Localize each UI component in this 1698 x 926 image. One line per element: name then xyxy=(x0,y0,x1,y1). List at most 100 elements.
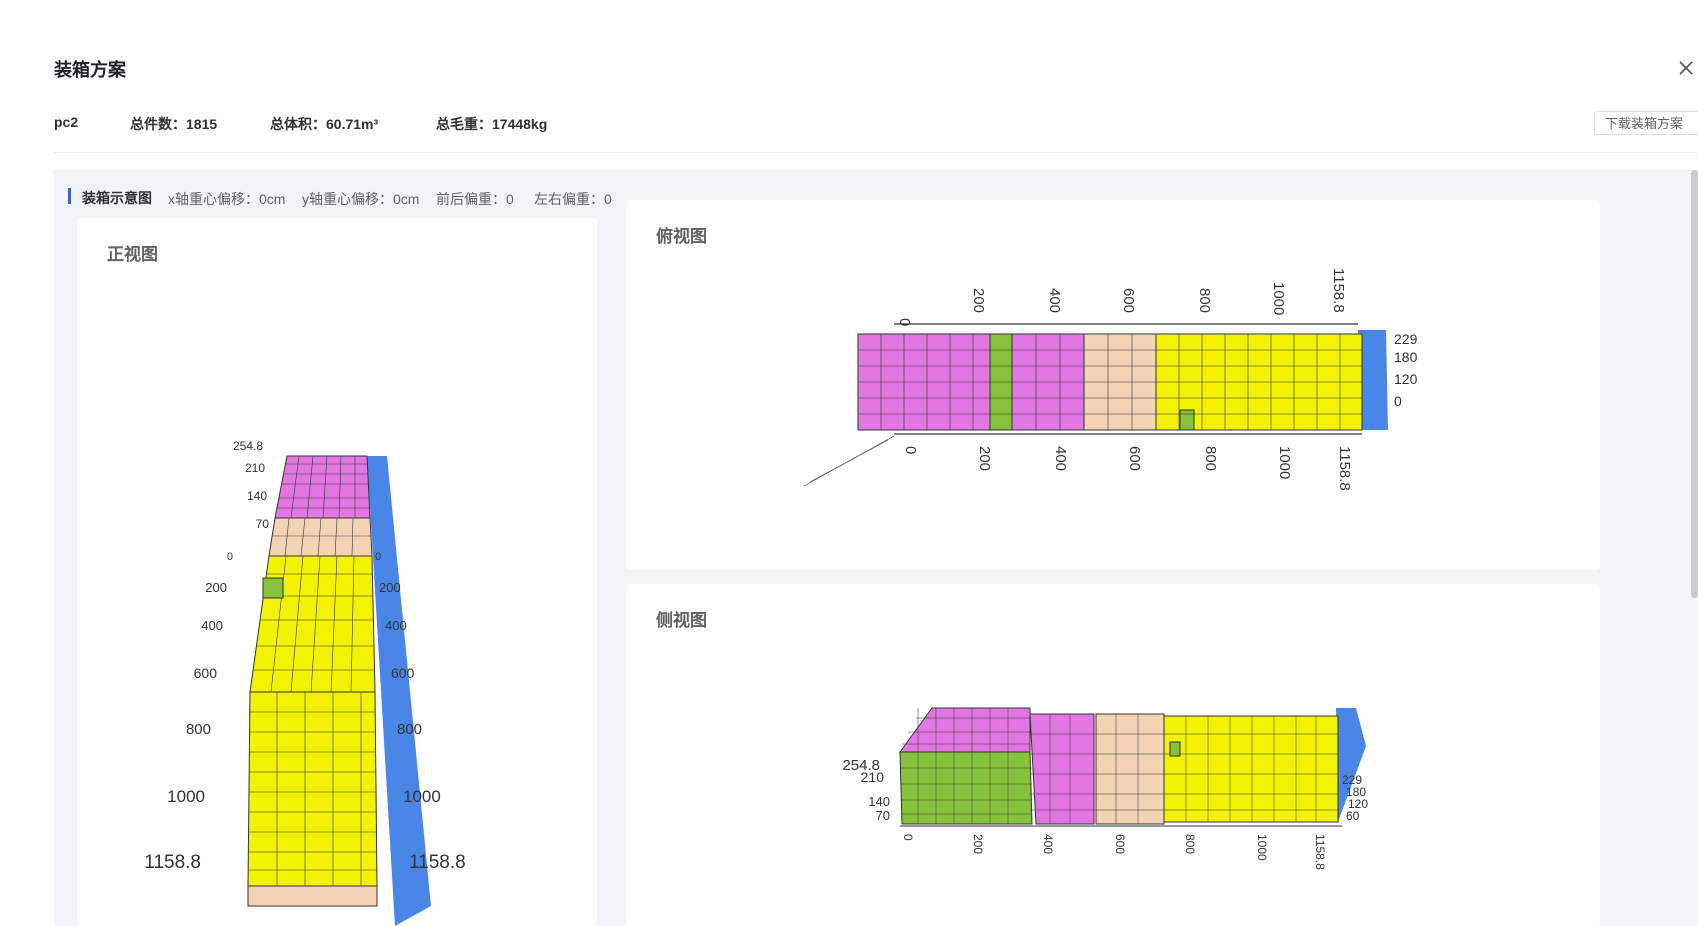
side-length-tick: 600 xyxy=(1113,834,1127,854)
front-height-axis: 254.8 210 140 70 xyxy=(233,439,269,531)
side-length-tick: 1158.8 xyxy=(1313,834,1327,870)
bottom-axis-tick: 400 xyxy=(1052,446,1069,471)
side-height-axis: 254.8 210 140 70 xyxy=(842,757,890,823)
front-back-label: 前后偏重： xyxy=(436,191,506,207)
front-left-tick: 1000 xyxy=(167,787,205,806)
vertical-scrollbar[interactable] xyxy=(1691,170,1698,598)
download-plan-button[interactable]: 下载装箱方案 xyxy=(1594,111,1698,135)
width-tick: 229 xyxy=(1394,331,1418,347)
pink-cargo-middle xyxy=(1029,713,1095,825)
width-tick: 120 xyxy=(1394,371,1418,387)
front-view-diagram: 200 400 600 800 1000 1158.8 0 200 400 60… xyxy=(144,439,466,926)
gross-weight-value: 17448kg xyxy=(492,116,548,132)
front-right-tick: 1000 xyxy=(403,787,441,806)
modal-title: 装箱方案 xyxy=(54,60,126,80)
side-view-diagram: 254.8 210 140 70 0 200 400 600 800 1000 … xyxy=(842,707,1368,870)
side-height-tick: 70 xyxy=(876,808,890,823)
top-axis-tick: 1158.8 xyxy=(1330,268,1347,313)
width-tick: 180 xyxy=(1394,349,1418,365)
front-left-tick: 800 xyxy=(186,721,211,738)
front-height-tick: 254.8 xyxy=(233,439,263,453)
pink-cargo-top xyxy=(899,707,1031,753)
total-count-label: 总件数： xyxy=(130,116,186,132)
section-title: 装箱示意图 xyxy=(82,190,152,206)
front-height-tick: 140 xyxy=(247,489,267,503)
side-view-card: 侧视图 254.8 210 140 70 0 200 400 600 800 1… xyxy=(626,584,1600,926)
y-offset-value: 0cm xyxy=(393,191,420,207)
left-right-value: 0 xyxy=(604,191,612,207)
total-volume-value: 60.71m³ xyxy=(326,116,379,132)
top-axis-tick: 600 xyxy=(1120,288,1137,313)
y-offset-label: y轴重心偏移： xyxy=(302,191,393,207)
green-cargo-box xyxy=(1179,409,1195,431)
front-left-tick: 400 xyxy=(201,618,223,633)
x-offset-label: x轴重心偏移： xyxy=(168,191,259,207)
bottom-axis-tick: 1158.8 xyxy=(1336,446,1353,491)
side-length-tick: 1000 xyxy=(1255,834,1269,861)
x-offset: x轴重心偏移：0cm xyxy=(168,189,285,209)
bottom-axis-tick: 600 xyxy=(1126,446,1143,471)
green-cargo-box xyxy=(1169,741,1181,757)
top-axis-tick: 1000 xyxy=(1270,282,1287,315)
front-height-tick: 70 xyxy=(256,517,270,531)
front-left-tick: 600 xyxy=(194,665,218,681)
side-height-tick: 210 xyxy=(861,769,885,785)
left-right-weight: 左右偏重：0 xyxy=(534,189,612,209)
side-width-axis: 229 180 120 60 xyxy=(1342,773,1368,823)
side-width-tick: 60 xyxy=(1346,809,1360,823)
side-length-tick: 400 xyxy=(1041,834,1055,854)
divider xyxy=(54,152,1698,153)
side-length-tick: 800 xyxy=(1183,834,1197,854)
green-cargo-block xyxy=(899,751,1033,825)
bottom-axis-tick: 200 xyxy=(976,446,993,471)
front-height-tick: 210 xyxy=(245,461,265,475)
tan-cargo-bottom xyxy=(247,885,378,907)
y-offset: y轴重心偏移：0cm xyxy=(302,189,419,209)
tan-cargo-block xyxy=(1095,713,1165,825)
gross-weight-label: 总毛重： xyxy=(436,116,492,132)
top-view-diagram: 0 200 400 600 800 1000 1158.8 0 200 400 … xyxy=(803,268,1418,491)
top-axis-tick: 400 xyxy=(1046,288,1063,313)
packing-diagram-panel: 装箱示意图 x轴重心偏移：0cm y轴重心偏移：0cm 前后偏重：0 左右偏重：… xyxy=(54,170,1698,926)
left-right-label: 左右偏重： xyxy=(534,191,604,207)
top-axis-tick: 0 xyxy=(896,318,913,326)
total-count: 总件数：1815 xyxy=(130,114,217,134)
total-volume: 总体积：60.71m³ xyxy=(270,114,378,134)
bottom-axis-tick: 0 xyxy=(902,446,919,454)
total-count-value: 1815 xyxy=(186,116,218,132)
side-length-axis: 0 200 400 600 800 1000 1158.8 xyxy=(901,834,1327,870)
top-view-top-axis: 0 200 400 600 800 1000 1158.8 xyxy=(896,268,1347,326)
bottom-axis-tick: 800 xyxy=(1202,446,1219,471)
total-volume-label: 总体积： xyxy=(270,116,326,132)
width-tick: 0 xyxy=(1394,393,1402,409)
front-right-tick: 1158.8 xyxy=(409,852,466,873)
front-back-value: 0 xyxy=(506,191,514,207)
gross-weight: 总毛重：17448kg xyxy=(436,114,547,134)
yellow-cargo-block xyxy=(1163,715,1339,823)
plan-name: pc2 xyxy=(54,114,79,130)
top-view-diagonal-axis xyxy=(803,435,895,487)
front-left-tick: 0 xyxy=(227,551,233,563)
bottom-axis-tick: 1000 xyxy=(1276,446,1293,479)
front-right-tick: 400 xyxy=(385,618,407,633)
front-back-weight: 前后偏重：0 xyxy=(436,189,514,209)
yellow-cargo-lower xyxy=(247,691,378,887)
top-view-bottom-axis: 0 200 400 600 800 1000 1158.8 xyxy=(902,446,1353,491)
front-view-card: 正视图 200 400 600 800 1000 1158.8 0 200 40… xyxy=(77,218,597,926)
top-axis-tick: 800 xyxy=(1196,288,1213,313)
side-length-tick: 0 xyxy=(901,834,915,841)
front-right-tick: 600 xyxy=(391,665,415,681)
top-view-width-axis: 229 180 120 0 xyxy=(1394,331,1418,409)
front-right-tick: 200 xyxy=(379,580,401,595)
section-marker xyxy=(68,188,71,204)
top-axis-tick: 200 xyxy=(970,288,987,313)
green-cargo-box xyxy=(262,577,284,599)
close-icon[interactable] xyxy=(1678,60,1694,76)
front-right-tick: 800 xyxy=(397,721,422,738)
x-offset-value: 0cm xyxy=(259,191,286,207)
front-left-axis: 200 400 600 800 1000 1158.8 0 xyxy=(144,551,233,873)
side-height-tick: 140 xyxy=(868,794,890,809)
top-view-card: 俯视图 0 200 400 600 800 1000 1158.8 0 200 … xyxy=(626,200,1600,570)
front-left-tick: 1158.8 xyxy=(144,852,201,873)
front-right-tick: 0 xyxy=(375,551,381,563)
